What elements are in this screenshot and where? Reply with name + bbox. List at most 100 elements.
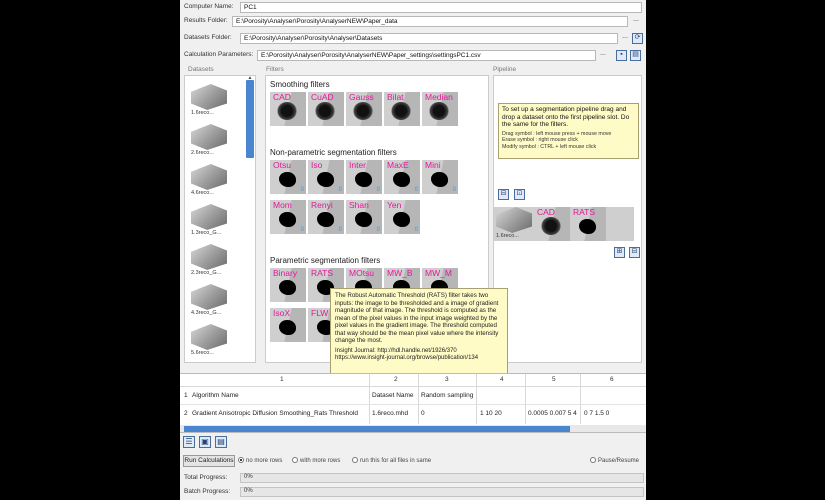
filter-name: CAD [537, 207, 555, 217]
datasets-scrollbar[interactable] [246, 80, 254, 158]
filter-thumbnail [355, 212, 372, 227]
smoothing-filters-title: Smoothing filters [270, 80, 330, 89]
dataset-label: 4.3reco_G... [191, 310, 222, 316]
dataset-label: 1.6reco... [191, 110, 214, 116]
pipeline-slot-rats[interactable]: RATS [570, 207, 606, 241]
dataset-item[interactable]: 2.3reco_G... [191, 244, 229, 280]
refresh-icon[interactable]: ⟳ [632, 33, 643, 44]
pipeline-dataset-slot[interactable]: 1.6reco... [496, 207, 534, 243]
dataset-item[interactable]: 1.3reco_G... [191, 204, 229, 240]
filter-mini[interactable]: Mini 0 [422, 160, 458, 194]
filter-count: 0 [376, 227, 380, 233]
filter-thumbnail [315, 102, 335, 120]
dataset-item[interactable]: 2.6reco... [191, 124, 229, 160]
table-hscroll-thumb[interactable] [184, 426, 570, 432]
row-number: 2 [184, 410, 188, 417]
results-browse-button[interactable]: ... [630, 16, 642, 27]
run-bar: Run Calculations no more rows with more … [180, 454, 646, 468]
filter-inter[interactable]: Inter 0 [346, 160, 382, 194]
list-icon[interactable]: ☰ [183, 436, 195, 448]
open-table-icon[interactable]: ▤ [215, 436, 227, 448]
load-icon[interactable]: ▤ [630, 50, 641, 61]
filter-count: 0 [414, 227, 418, 233]
run-calculations-button[interactable]: Run Calculations [183, 455, 235, 467]
computer-name-label: Computer Name: [184, 3, 234, 10]
filter-cuad[interactable]: CuAD [308, 92, 344, 126]
pipeline-expand-icon[interactable]: ⊞ [614, 247, 625, 258]
dataset-item[interactable]: 5.6reco... [191, 324, 229, 360]
save-table-icon[interactable]: ▣ [199, 436, 211, 448]
total-progress-value: 0% [244, 474, 253, 480]
filter-bilat[interactable]: Bilat [384, 92, 420, 126]
column-header[interactable]: 6 [610, 376, 614, 383]
filter-mom[interactable]: Mom 0 [270, 200, 306, 234]
table-cell[interactable]: 0 7 1.5 0 [584, 410, 609, 417]
filter-iso[interactable]: Iso 0 [308, 160, 344, 194]
pipeline-slot-cad[interactable]: CAD [534, 207, 570, 241]
filter-name: Shan [349, 200, 369, 210]
results-folder-field[interactable]: E:\Porosity\Analyser\Porosity\AnalyserNE… [232, 16, 628, 27]
filter-shan[interactable]: Shan 0 [346, 200, 382, 234]
radio-icon [352, 457, 358, 463]
pipeline-remove-icon[interactable]: ⊡ [514, 189, 525, 200]
radio-with-more-rows[interactable]: with more rows [292, 457, 340, 464]
computer-name-field[interactable]: PC1 [240, 2, 642, 13]
hint-line: Modify symbol : CTRL + left mouse click [502, 143, 597, 150]
calc-params-field[interactable]: E:\Porosity\Analyser\Porosity\AnalyserNE… [257, 50, 596, 61]
column-header[interactable]: 4 [500, 376, 504, 383]
filter-yen[interactable]: Yen 0 [384, 200, 420, 234]
filters-header: Filters [266, 66, 284, 73]
filter-name: Bilat [387, 92, 404, 102]
filter-maxe[interactable]: MaxE 0 [384, 160, 420, 194]
table-cell[interactable]: 0.0005 0.007 5 4 [528, 410, 577, 417]
column-header[interactable]: 1 [280, 376, 284, 383]
filter-thumbnail [279, 320, 296, 335]
pipeline-add-icon[interactable]: ⊟ [498, 189, 509, 200]
filter-name: MOtsu [349, 268, 375, 278]
pause-resume-button[interactable]: Pause/Resume [590, 457, 639, 464]
datasets-folder-field[interactable]: E:\Porosity\Analyser\Porosity\Analyser\D… [240, 33, 618, 44]
pipeline-table[interactable]: 1 2 3 4 5 6 1 Algorithm Name Dataset Nam… [180, 373, 646, 433]
tooltip-link[interactable]: Insight Journal: http://hdl.handle.net/1… [335, 348, 503, 363]
radio-run-all-files[interactable]: run this for all files in same [352, 457, 431, 464]
dataset-item[interactable]: 4.3reco_G... [191, 284, 229, 320]
column-header[interactable]: 2 [394, 376, 398, 383]
dataset-item[interactable]: 1.6reco... [191, 84, 229, 120]
pipeline-collapse-icon[interactable]: ⊟ [629, 247, 640, 258]
dataset-item[interactable]: 4.6reco... [191, 164, 229, 200]
radio-icon [238, 457, 244, 463]
column-header[interactable]: 3 [445, 376, 449, 383]
filter-renyi[interactable]: Renyi 0 [308, 200, 344, 234]
calc-params-label: Calculation Parameters: [184, 51, 254, 58]
save-icon[interactable]: ▪ [616, 50, 627, 61]
filter-thumbnail [317, 172, 334, 187]
datasets-browse-button[interactable]: ... [619, 33, 631, 44]
filter-thumbnail [317, 212, 334, 227]
table-cell[interactable]: Algorithm Name [192, 392, 239, 399]
filter-thumbnail [393, 212, 410, 227]
radio-no-more-rows[interactable]: no more rows [238, 457, 282, 464]
batch-progress: Batch Progress: 0% [180, 486, 646, 498]
filter-isox[interactable]: IsoX [270, 308, 306, 342]
filter-gauss[interactable]: Gauss [346, 92, 382, 126]
table-cell[interactable]: 1.6reco.mhd [372, 410, 408, 417]
filter-count: 0 [300, 187, 304, 193]
table-cell[interactable]: Random sampling [421, 392, 473, 399]
filter-binary[interactable]: Binary [270, 268, 306, 302]
filter-median[interactable]: Median [422, 92, 458, 126]
column-header[interactable]: 5 [552, 376, 556, 383]
filter-otsu[interactable]: Otsu 0 [270, 160, 306, 194]
filter-name: MaxE [387, 160, 409, 170]
table-hscrollbar[interactable] [180, 425, 646, 432]
filter-name: MW_M [425, 268, 452, 278]
table-cell[interactable]: 1 10 20 [480, 410, 502, 417]
dataset-thumbnail [496, 207, 532, 233]
table-cell[interactable]: 0 [421, 410, 425, 417]
filter-cad[interactable]: CAD [270, 92, 306, 126]
filter-name: RATS [573, 207, 596, 217]
calc-params-browse-button[interactable]: ... [597, 50, 609, 61]
filter-thumbnail [393, 172, 410, 187]
datasets-list[interactable]: 1.6reco... 2.6reco... 4.6reco... 1.3reco… [184, 75, 256, 363]
table-cell[interactable]: Dataset Name [372, 392, 414, 399]
table-cell[interactable]: Gradient Anisotropic Diffusion Smoothing… [192, 410, 358, 417]
